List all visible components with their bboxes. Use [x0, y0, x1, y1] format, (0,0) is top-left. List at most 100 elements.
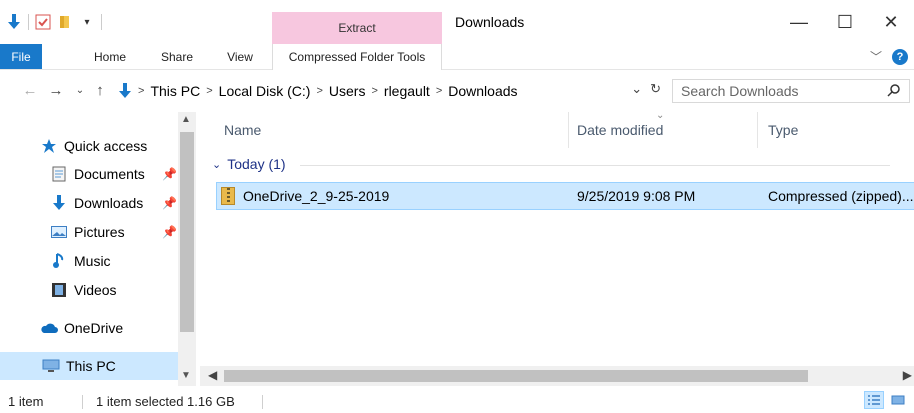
refresh-icon[interactable]: ↻: [650, 81, 661, 97]
download-arrow-icon: [118, 83, 132, 99]
status-bar: 1 item 1 item selected 1.16 GB: [0, 389, 914, 413]
column-header-type[interactable]: Type: [768, 112, 908, 148]
up-button[interactable]: ↑: [90, 80, 110, 100]
expand-ribbon-chevron-icon[interactable]: ﹀: [870, 48, 882, 65]
file-name: OneDrive_2_9-25-2019: [243, 188, 390, 204]
address-row: ← → ⌄ ↑ > This PC > Local Disk (C:) > Us…: [0, 72, 914, 112]
search-placeholder: Search Downloads: [681, 83, 799, 99]
group-divider-line: [300, 165, 890, 166]
navigation-pane: Quick access Documents 📌 Downloads 📌 Pic…: [0, 112, 200, 386]
nav-item-videos[interactable]: Videos: [0, 276, 178, 304]
column-divider[interactable]: [568, 112, 569, 148]
table-row[interactable]: OneDrive_2_9-25-2019 9/25/2019 9:08 PM C…: [216, 182, 914, 210]
nav-item-this-pc[interactable]: This PC: [0, 352, 178, 380]
address-bar[interactable]: > This PC > Local Disk (C:) > Users > rl…: [112, 79, 665, 103]
breadcrumb-separator-icon[interactable]: >: [136, 85, 146, 97]
computer-icon: [42, 357, 60, 375]
column-header-date-modified[interactable]: Date modified: [577, 112, 757, 148]
horizontal-scrollbar-thumb[interactable]: [224, 370, 808, 382]
maximize-button[interactable]: ☐: [822, 0, 868, 44]
nav-item-downloads[interactable]: Downloads 📌: [0, 189, 178, 217]
pictures-icon: [50, 223, 68, 241]
pin-icon[interactable]: 📌: [162, 196, 177, 210]
properties-check-icon[interactable]: [35, 14, 51, 30]
nav-item-label: Pictures: [74, 224, 125, 240]
download-arrow-icon[interactable]: [6, 14, 22, 30]
customize-toolbar-dropdown-icon[interactable]: ▾: [79, 14, 95, 30]
contextual-tab-header: Extract: [272, 12, 442, 44]
sort-indicator-chevron-icon: ⌄: [656, 110, 665, 121]
film-icon: [50, 281, 68, 299]
nav-item-quick-access[interactable]: Quick access: [0, 132, 178, 160]
breadcrumb-downloads[interactable]: Downloads: [444, 83, 521, 99]
music-note-icon: [50, 252, 68, 270]
breadcrumb-separator-icon[interactable]: >: [204, 85, 214, 97]
search-input[interactable]: Search Downloads: [672, 79, 910, 103]
download-arrow-icon: [50, 194, 68, 212]
details-view-icon[interactable]: [864, 391, 884, 409]
tab-share[interactable]: Share: [155, 44, 199, 69]
pin-icon[interactable]: 📌: [162, 167, 177, 181]
breadcrumb-separator-icon[interactable]: >: [434, 85, 444, 97]
column-divider[interactable]: [757, 112, 758, 148]
status-divider: [262, 395, 263, 409]
help-icon[interactable]: ?: [892, 48, 908, 65]
breadcrumb-rlegault[interactable]: rlegault: [380, 83, 434, 99]
tab-file[interactable]: File: [0, 44, 42, 69]
ribbon-tabs: File Home Share View Compressed Folder T…: [0, 44, 914, 70]
scroll-down-arrow-icon[interactable]: ▼: [181, 370, 191, 381]
minimize-button[interactable]: —: [776, 0, 822, 44]
scroll-up-arrow-icon[interactable]: ▲: [181, 114, 191, 125]
window-title: Downloads: [455, 14, 525, 30]
breadcrumb-separator-icon[interactable]: >: [314, 85, 324, 97]
nav-item-pictures[interactable]: Pictures 📌: [0, 218, 178, 246]
large-icons-view-icon[interactable]: [888, 391, 908, 409]
nav-item-label: Music: [74, 253, 111, 269]
search-icon: [887, 83, 901, 100]
quick-access-toolbar: ▾: [0, 0, 102, 44]
forward-button[interactable]: →: [46, 80, 66, 100]
breadcrumb-local-disk[interactable]: Local Disk (C:): [215, 83, 315, 99]
nav-item-label: Videos: [74, 282, 117, 298]
tab-view[interactable]: View: [218, 44, 262, 69]
nav-scrollbar[interactable]: ▲ ▼: [178, 112, 196, 386]
file-date-modified: 9/25/2019 9:08 PM: [577, 188, 696, 204]
pin-icon[interactable]: 📌: [162, 225, 177, 239]
nav-item-label: Documents: [74, 166, 145, 182]
ribbon-right-controls: ﹀ ?: [870, 48, 908, 65]
breadcrumb-this-pc[interactable]: This PC: [146, 83, 204, 99]
nav-item-label: OneDrive: [64, 320, 124, 336]
file-explorer-window: ▾ Extract Downloads — ☐ ✕ File Home Shar…: [0, 0, 914, 413]
column-header-name[interactable]: Name: [224, 112, 564, 148]
back-button[interactable]: ←: [20, 80, 40, 100]
group-label: Today (1): [227, 156, 286, 172]
nav-scrollbar-thumb[interactable]: [180, 132, 194, 332]
nav-item-documents[interactable]: Documents 📌: [0, 160, 178, 188]
tab-home[interactable]: Home: [88, 44, 132, 69]
address-history-dropdown-icon[interactable]: ⌄: [631, 81, 642, 97]
view-switcher: [864, 391, 908, 409]
status-item-count: 1 item: [8, 393, 44, 409]
breadcrumb-users[interactable]: Users: [325, 83, 370, 99]
recent-locations-chevron-icon[interactable]: ⌄: [70, 80, 90, 100]
tab-compressed-folder-tools[interactable]: Compressed Folder Tools: [272, 44, 442, 70]
address-actions: ⌄ ↻: [631, 81, 661, 97]
scroll-right-arrow-icon[interactable]: ▶: [903, 368, 912, 382]
scroll-left-arrow-icon[interactable]: ◀: [208, 368, 217, 382]
title-bar: ▾ Extract Downloads — ☐ ✕: [0, 0, 914, 44]
toolbar-divider: [101, 14, 102, 30]
nav-item-onedrive[interactable]: OneDrive: [0, 314, 178, 342]
toolbar-divider: [28, 14, 29, 30]
group-collapse-chevron-icon[interactable]: ⌄: [212, 158, 221, 171]
cloud-icon: [40, 319, 58, 337]
breadcrumb-separator-icon[interactable]: >: [369, 85, 379, 97]
nav-item-music[interactable]: Music: [0, 247, 178, 275]
star-icon: [40, 137, 58, 155]
new-folder-icon[interactable]: [57, 14, 73, 30]
documents-icon: [50, 165, 68, 183]
group-header-today[interactable]: ⌄ Today (1): [212, 156, 890, 172]
close-button[interactable]: ✕: [868, 0, 914, 44]
file-list-pane: Name Date modified ⌄ Type ⌄ Today (1) On…: [200, 110, 914, 386]
status-selection: 1 item selected 1.16 GB: [96, 393, 235, 409]
horizontal-scrollbar[interactable]: ◀ ▶: [200, 366, 914, 386]
